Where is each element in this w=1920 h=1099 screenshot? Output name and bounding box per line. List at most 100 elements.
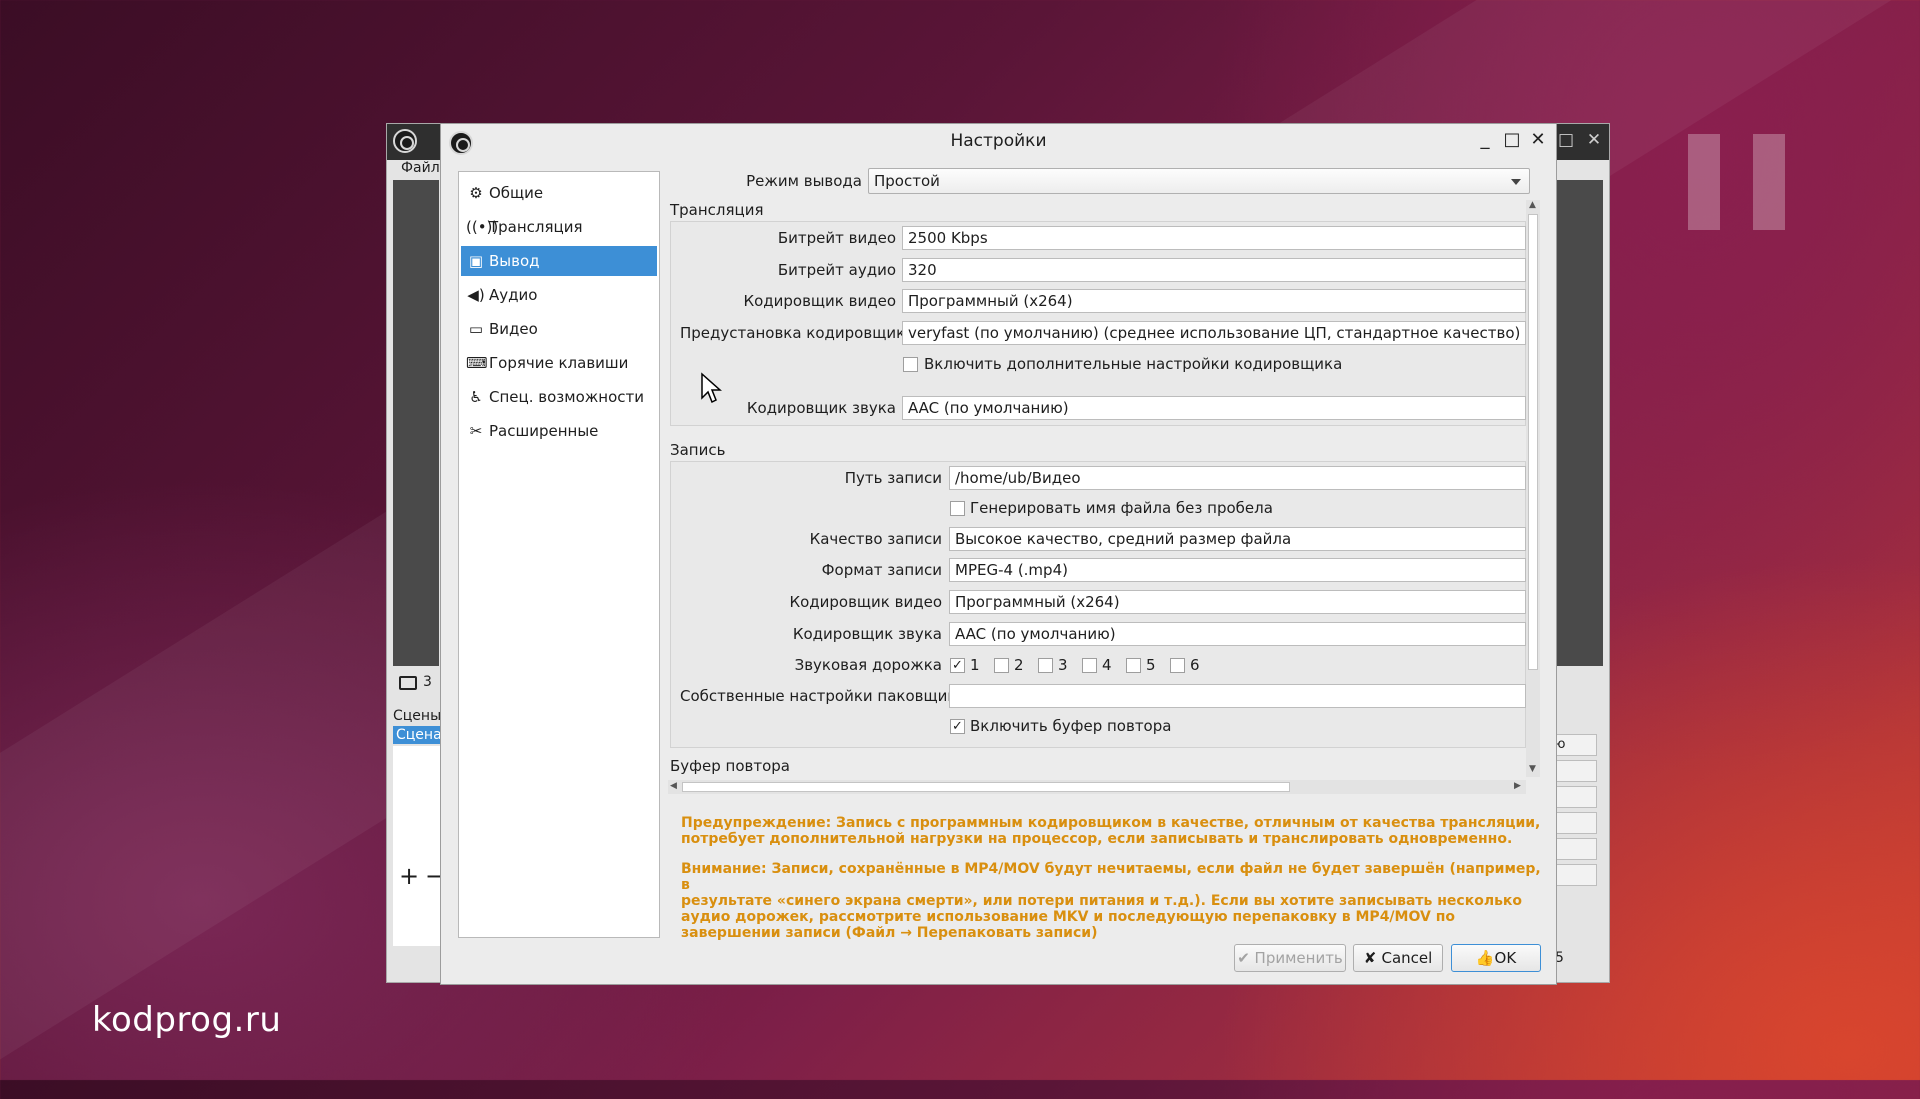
- recording-path-input[interactable]: /home/ub/Видео: [949, 466, 1526, 490]
- keyboard-icon: ⌨: [466, 354, 488, 372]
- sidebar-item-video[interactable]: ▭ Видео: [461, 314, 657, 344]
- scene-list-item[interactable]: Сцена: [393, 726, 445, 744]
- scroll-down-icon[interactable]: ▼: [1529, 764, 1536, 774]
- video-bitrate-input[interactable]: 2500 Kbps: [902, 226, 1526, 250]
- mouse-cursor-icon: [701, 372, 722, 404]
- warning-line: аудио дорожек, рассмотрите использование…: [681, 909, 1456, 925]
- audio-track-6-label: 6: [1190, 656, 1200, 674]
- recording-format-select[interactable]: MPEG-4 (.mp4): [949, 558, 1526, 582]
- minimize-icon[interactable]: _: [1474, 129, 1496, 150]
- warning-line: потребует дополнительной нагрузки на про…: [681, 831, 1513, 847]
- muxer-settings-input[interactable]: [949, 684, 1526, 708]
- no-space-filename-checkbox[interactable]: [950, 501, 965, 516]
- muxer-settings-label: Собственные настройки паковщика: [680, 687, 966, 705]
- sidebar-item-advanced[interactable]: ✂ Расширенные: [461, 416, 657, 446]
- audio-track-2-checkbox[interactable]: [994, 658, 1009, 673]
- gear-icon: ⚙: [469, 184, 483, 202]
- speaker-icon: ◀): [467, 286, 485, 304]
- scrollbar-thumb[interactable]: [682, 782, 1290, 792]
- stream-audio-encoder-select[interactable]: AAC (по умолчанию): [902, 396, 1526, 420]
- recording-format-label: Формат записи: [821, 561, 942, 579]
- accessibility-icon: ♿: [469, 388, 483, 406]
- sidebar-item-output[interactable]: ▣ Вывод: [461, 246, 657, 276]
- display-count: 3: [423, 674, 432, 690]
- advanced-encoder-checkbox[interactable]: [903, 357, 918, 372]
- menu-file[interactable]: Файл: [401, 160, 440, 176]
- recording-video-encoder-label: Кодировщик видео: [789, 593, 942, 611]
- recording-audio-encoder-label: Кодировщик звука: [792, 625, 942, 643]
- chevron-down-icon: [1511, 179, 1521, 185]
- close-icon[interactable]: ✕: [1583, 130, 1605, 150]
- encoder-preset-select[interactable]: veryfast (по умолчанию) (среднее использ…: [902, 321, 1526, 345]
- cancel-button[interactable]: ✘ Cancel: [1353, 944, 1443, 972]
- sidebar-item-label: Аудио: [489, 286, 538, 304]
- warning-line: Предупреждение: Запись с программным код…: [681, 815, 1541, 831]
- display-icon: [399, 676, 417, 690]
- sidebar-item-audio[interactable]: ◀) Аудио: [461, 280, 657, 310]
- sidebar-item-label: Трансляция: [489, 218, 583, 236]
- audio-track-5-checkbox[interactable]: [1126, 658, 1141, 673]
- preview-area: [393, 180, 439, 666]
- audio-track-1-label: 1: [970, 656, 980, 674]
- warning-line: Внимание: Записи, сохранённые в MP4/MOV …: [681, 861, 1541, 893]
- audio-track-6-checkbox[interactable]: [1170, 658, 1185, 673]
- sidebar-item-label: Видео: [489, 320, 538, 338]
- video-encoder-label: Кодировщик видео: [743, 292, 896, 310]
- audio-track-3-checkbox[interactable]: [1038, 658, 1053, 673]
- horizontal-scrollbar[interactable]: ◀ ▶: [668, 780, 1526, 794]
- scrollbar-thumb[interactable]: [1528, 214, 1538, 670]
- recording-audio-encoder-select[interactable]: AAC (по умолчанию): [949, 622, 1526, 646]
- scene-list[interactable]: [393, 746, 445, 946]
- apply-button[interactable]: ✔ Применить: [1234, 944, 1346, 972]
- recording-quality-select[interactable]: Высокое качество, средний размер файла: [949, 527, 1526, 551]
- attention-message: Внимание: Записи, сохранённые в MP4/MOV …: [681, 861, 1541, 941]
- scenes-label: Сцены: [393, 708, 442, 724]
- recording-video-encoder-select[interactable]: Программный (x264): [949, 590, 1526, 614]
- sidebar-item-general[interactable]: ⚙ Общие: [461, 178, 657, 208]
- warning-line: результате «синего экрана смерти», или п…: [681, 893, 1523, 909]
- streaming-section-title: Трансляция: [670, 201, 764, 219]
- video-encoder-select[interactable]: Программный (x264): [902, 289, 1526, 313]
- ok-button-label: OK: [1494, 949, 1517, 967]
- replay-buffer-label: Включить буфер повтора: [970, 717, 1172, 735]
- audio-track-3-label: 3: [1058, 656, 1068, 674]
- vertical-scrollbar[interactable]: ▲ ▼: [1526, 200, 1540, 777]
- audio-track-5-label: 5: [1146, 656, 1156, 674]
- sidebar-item-accessibility[interactable]: ♿ Спец. возможности: [461, 382, 657, 412]
- close-icon[interactable]: ✕: [1527, 129, 1549, 150]
- settings-sidebar: ⚙ Общие ((•)) Трансляция ▣ Вывод ◀) Ауди…: [458, 171, 660, 938]
- scroll-up-icon[interactable]: ▲: [1529, 200, 1536, 210]
- audio-track-4-label: 4: [1102, 656, 1112, 674]
- replay-buffer-checkbox[interactable]: ✓: [950, 719, 965, 734]
- sidebar-item-label: Общие: [489, 184, 544, 202]
- output-mode-value: Простой: [874, 172, 940, 190]
- cross-icon: ✘: [1363, 949, 1382, 967]
- maximize-icon[interactable]: □: [1501, 129, 1523, 150]
- warning-line: завершении записи (Файл → Перепаковать з…: [681, 925, 1098, 941]
- output-icon: ▣: [468, 252, 484, 270]
- audio-bitrate-select[interactable]: 320: [902, 258, 1526, 282]
- maximize-icon[interactable]: □: [1555, 130, 1577, 150]
- output-mode-select[interactable]: Простой: [868, 168, 1530, 194]
- output-mode-label: Режим вывода: [746, 172, 862, 190]
- scroll-right-icon[interactable]: ▶: [1514, 781, 1521, 791]
- apply-button-label: Применить: [1254, 949, 1343, 967]
- pause-overlay-bar-left: [1688, 134, 1720, 230]
- audio-track-label: Звуковая дорожка: [794, 656, 942, 674]
- sidebar-item-hotkeys[interactable]: ⌨ Горячие клавиши: [461, 348, 657, 378]
- sidebar-item-label: Расширенные: [489, 422, 599, 440]
- add-scene-button[interactable]: +: [399, 862, 419, 890]
- sidebar-item-label: Вывод: [489, 252, 540, 270]
- scroll-left-icon[interactable]: ◀: [670, 781, 677, 791]
- dialog-titlebar: Настройки _ □ ✕: [441, 124, 1556, 160]
- cancel-button-label: Cancel: [1381, 949, 1433, 967]
- sidebar-item-stream[interactable]: ((•)) Трансляция: [461, 212, 657, 242]
- recording-quality-label: Качество записи: [809, 530, 942, 548]
- audio-track-4-checkbox[interactable]: [1082, 658, 1097, 673]
- dialog-title: Настройки: [950, 131, 1047, 151]
- audio-track-1-checkbox[interactable]: ✓: [950, 658, 965, 673]
- no-space-filename-label: Генерировать имя файла без пробела: [970, 499, 1273, 517]
- ok-button[interactable]: 👍OK: [1451, 944, 1541, 972]
- thumbs-up-icon: 👍: [1475, 949, 1495, 967]
- obs-logo-icon: [393, 129, 417, 153]
